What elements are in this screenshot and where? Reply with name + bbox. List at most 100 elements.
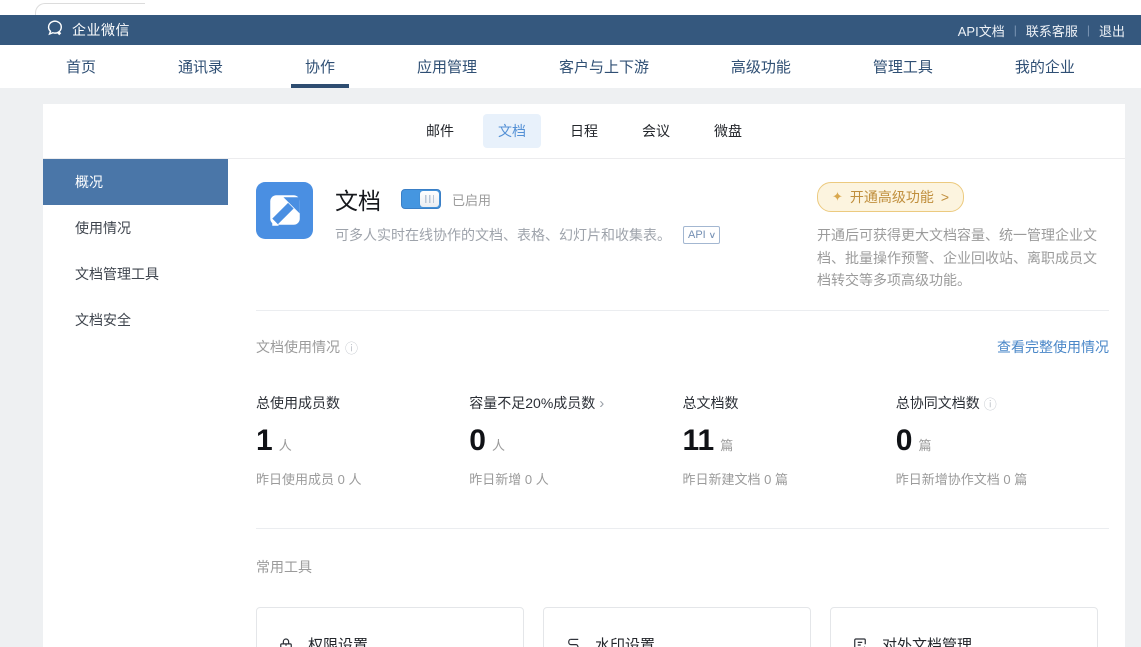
watermark-icon bbox=[564, 636, 582, 647]
stat-total-docs: 总文档数 11 篇 昨日新建文档 0 篇 bbox=[683, 393, 896, 488]
usage-title-text: 文档使用情况 bbox=[256, 337, 340, 357]
usage-stats: 总使用成员数 1 人 昨日使用成员 0 人 容量不足20%成员数 › bbox=[256, 393, 1109, 488]
stat-value: 1 bbox=[256, 424, 273, 458]
enable-toggle[interactable] bbox=[401, 189, 441, 209]
nav-label: 我的企业 bbox=[1015, 56, 1075, 77]
stat-subtext: 昨日新增协作文档 0 篇 bbox=[896, 469, 1109, 488]
upgrade-button-label: 开通高级功能 bbox=[850, 187, 934, 207]
stat-unit: 篇 bbox=[720, 435, 733, 454]
sidebar: 概况 使用情况 文档管理工具 文档安全 bbox=[43, 159, 228, 647]
nav-label: 首页 bbox=[66, 56, 96, 77]
sidebar-item-usage[interactable]: 使用情况 bbox=[43, 205, 228, 251]
stat-unit: 人 bbox=[279, 435, 292, 454]
browser-top-strip bbox=[0, 0, 1141, 15]
lock-icon bbox=[277, 636, 295, 647]
sidebar-label: 文档安全 bbox=[75, 312, 131, 328]
tool-cards: 权限设置 设置企业内外的访问权限 bbox=[256, 607, 1109, 647]
chevron-right-icon: > bbox=[941, 189, 949, 205]
nav-label: 客户与上下游 bbox=[559, 56, 649, 77]
subnav-item-docs[interactable]: 文档 bbox=[483, 114, 541, 148]
api-dropdown-badge[interactable]: API ∨ bbox=[683, 226, 720, 244]
nav-item-admin-tools[interactable]: 管理工具 bbox=[869, 45, 937, 88]
collaboration-subnav: 邮件 文档 日程 会议 微盘 bbox=[43, 104, 1125, 159]
tool-card-permission-settings[interactable]: 权限设置 设置企业内外的访问权限 bbox=[256, 607, 524, 647]
subnav-label: 微盘 bbox=[714, 123, 742, 139]
stat-value: 11 bbox=[683, 424, 715, 458]
subnav-item-mail[interactable]: 邮件 bbox=[411, 114, 469, 148]
usage-section-header: 文档使用情况 ⓘ 查看完整使用情况 bbox=[256, 337, 1109, 357]
main-content: 文档 已启用 可多人实时在线协作的文档、表格、幻灯片和收集表。 API ∨ bbox=[228, 159, 1125, 647]
topbar-link-api-docs[interactable]: API文档 bbox=[958, 21, 1005, 40]
brand[interactable]: 企业微信 bbox=[45, 19, 130, 42]
topbar-link-contact-support[interactable]: 联系客服 bbox=[1026, 21, 1078, 40]
sidebar-label: 概况 bbox=[75, 174, 103, 190]
browser-tab-corner bbox=[35, 3, 145, 15]
tool-card-title: 水印设置 bbox=[595, 634, 655, 647]
nav-item-my-company[interactable]: 我的企业 bbox=[1011, 45, 1079, 88]
upgrade-panel: ✦ 开通高级功能 > 开通后可获得更大文档容量、统一管理企业文档、批量操作预警、… bbox=[817, 182, 1109, 292]
tool-card-title: 对外文档管理 bbox=[882, 634, 972, 647]
subnav-label: 邮件 bbox=[426, 123, 454, 139]
nav-item-customers[interactable]: 客户与上下游 bbox=[555, 45, 653, 88]
stat-low-capacity-members: 容量不足20%成员数 › 0 人 昨日新增 0 人 bbox=[469, 393, 682, 488]
caret-down-icon: ∨ bbox=[708, 230, 716, 241]
usage-section-title: 文档使用情况 ⓘ bbox=[256, 337, 358, 357]
tools-section-title: 常用工具 bbox=[256, 557, 1109, 577]
upgrade-premium-button[interactable]: ✦ 开通高级功能 > bbox=[817, 182, 964, 212]
subnav-label: 日程 bbox=[570, 123, 598, 139]
stat-subtext: 昨日新增 0 人 bbox=[469, 469, 682, 488]
stat-value: 0 bbox=[896, 424, 913, 458]
api-label: API bbox=[688, 229, 706, 241]
brand-text: 企业微信 bbox=[72, 20, 130, 40]
stat-value: 0 bbox=[469, 424, 486, 458]
stat-total-members: 总使用成员数 1 人 昨日使用成员 0 人 bbox=[256, 393, 469, 488]
stat-unit: 篇 bbox=[918, 435, 931, 454]
sidebar-label: 文档管理工具 bbox=[75, 266, 159, 282]
stat-label: 总文档数 bbox=[683, 393, 739, 413]
stat-label: 总协同文档数 bbox=[896, 393, 980, 413]
view-full-usage-link[interactable]: 查看完整使用情况 bbox=[997, 337, 1109, 357]
nav-item-collaboration[interactable]: 协作 bbox=[301, 45, 339, 88]
stat-label-link[interactable]: 容量不足20%成员数 › bbox=[469, 393, 682, 413]
tool-card-watermark-settings[interactable]: 水印设置 为企业内文档开启水印，数据泄露事件可追 bbox=[543, 607, 811, 647]
stat-subtext: 昨日新建文档 0 篇 bbox=[683, 469, 896, 488]
tool-card-external-doc-management[interactable]: 对外文档管理 查看和管理允许企业外访问的文档 bbox=[830, 607, 1098, 647]
subnav-item-schedule[interactable]: 日程 bbox=[555, 114, 613, 148]
nav-item-app-management[interactable]: 应用管理 bbox=[413, 45, 481, 88]
info-icon[interactable]: ⓘ bbox=[345, 338, 358, 357]
info-icon[interactable]: ⓘ bbox=[984, 394, 997, 413]
tool-card-title: 权限设置 bbox=[308, 634, 368, 647]
stat-unit: 人 bbox=[492, 435, 505, 454]
sparkle-icon: ✦ bbox=[832, 189, 843, 205]
divider bbox=[256, 310, 1109, 311]
app-description: 可多人实时在线协作的文档、表格、幻灯片和收集表。 bbox=[335, 225, 671, 245]
subnav-item-meeting[interactable]: 会议 bbox=[627, 114, 685, 148]
nav-item-advanced-features[interactable]: 高级功能 bbox=[727, 45, 795, 88]
upgrade-description: 开通后可获得更大文档容量、统一管理企业文档、批量操作预警、企业回收站、离职成员文… bbox=[817, 224, 1109, 292]
sidebar-item-doc-security[interactable]: 文档安全 bbox=[43, 297, 228, 343]
sidebar-item-overview[interactable]: 概况 bbox=[43, 159, 228, 205]
app-header: 文档 已启用 可多人实时在线协作的文档、表格、幻灯片和收集表。 API ∨ bbox=[256, 182, 1109, 292]
nav-label: 协作 bbox=[305, 56, 335, 77]
content-card: 邮件 文档 日程 会议 微盘 概况 使用情况 文档管理工具 文档安全 bbox=[43, 104, 1125, 647]
topbar-links: API文档 | 联系客服 | 退出 bbox=[958, 21, 1125, 40]
tools-title-text: 常用工具 bbox=[256, 557, 312, 577]
nav-label: 高级功能 bbox=[731, 56, 791, 77]
separator: | bbox=[1087, 23, 1090, 37]
stat-label: 容量不足20%成员数 bbox=[469, 393, 595, 413]
nav-item-contacts[interactable]: 通讯录 bbox=[174, 45, 227, 88]
topbar-link-logout[interactable]: 退出 bbox=[1099, 21, 1125, 40]
stat-label: 总使用成员数 bbox=[256, 393, 340, 413]
subnav-label: 文档 bbox=[498, 123, 526, 139]
enabled-status-text: 已启用 bbox=[452, 190, 491, 209]
page-background: 邮件 文档 日程 会议 微盘 概况 使用情况 文档管理工具 文档安全 bbox=[0, 88, 1141, 647]
app-title: 文档 bbox=[335, 182, 381, 216]
subnav-item-drive[interactable]: 微盘 bbox=[699, 114, 757, 148]
nav-item-home[interactable]: 首页 bbox=[62, 45, 100, 88]
stat-subtext: 昨日使用成员 0 人 bbox=[256, 469, 469, 488]
main-nav: 首页 通讯录 协作 应用管理 客户与上下游 高级功能 管理工具 我的企业 bbox=[0, 45, 1141, 88]
chevron-right-icon: › bbox=[599, 395, 604, 412]
sidebar-item-doc-management-tools[interactable]: 文档管理工具 bbox=[43, 251, 228, 297]
docs-app-icon bbox=[256, 182, 313, 239]
divider bbox=[256, 528, 1109, 529]
